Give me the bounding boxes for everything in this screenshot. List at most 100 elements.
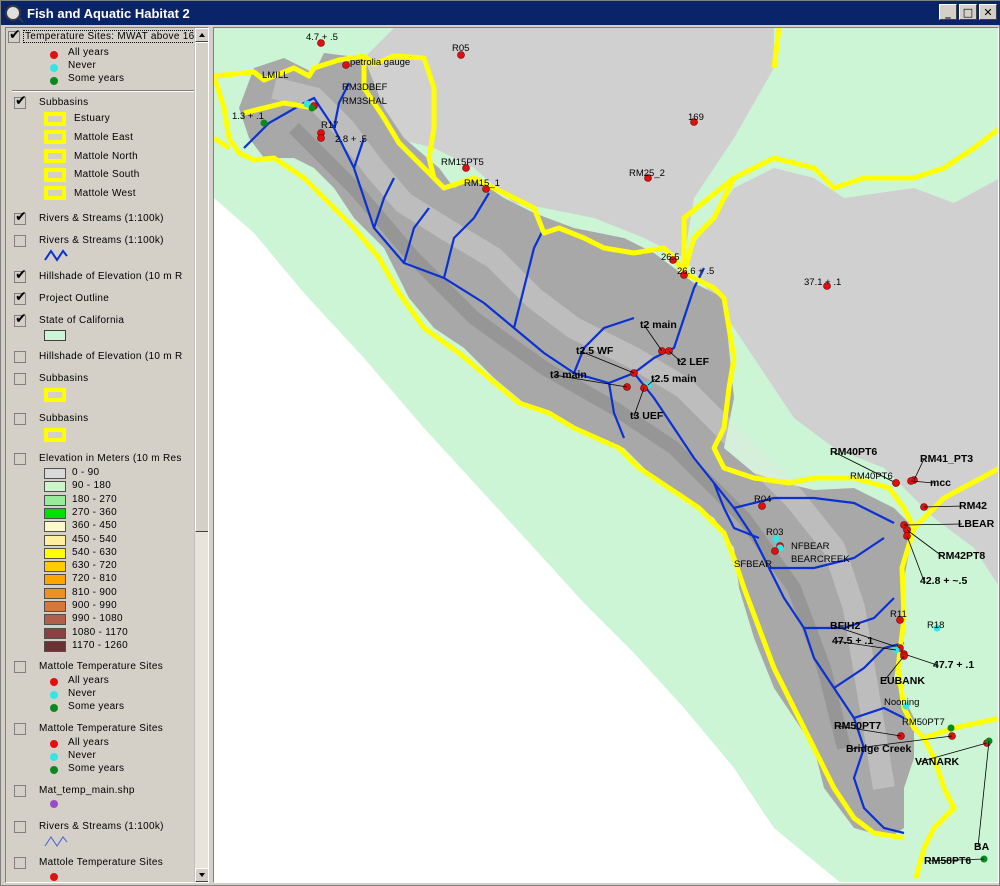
layer-checkbox[interactable] xyxy=(14,270,27,283)
toc-scrollbar[interactable] xyxy=(194,28,208,882)
map-canvas[interactable]: 4.7 + .5 R05 petrolia gauge LMILL RM3DBEF RM3… xyxy=(214,28,999,883)
layer-checkbox[interactable] xyxy=(14,292,27,305)
layer-checkbox[interactable] xyxy=(14,723,26,735)
site-label: t2 main xyxy=(640,319,677,331)
elevation-swatch xyxy=(44,587,66,599)
legend-label: Never xyxy=(68,750,97,761)
layer-row[interactable]: Mattole Temperature Sites xyxy=(6,856,196,872)
site-label: NFBEAR xyxy=(791,541,830,552)
layer-checkbox[interactable] xyxy=(14,413,26,425)
legend-label: Mattole North xyxy=(74,151,138,162)
state-swatch xyxy=(44,330,66,341)
layer-checkbox[interactable] xyxy=(14,821,26,833)
legend-label: 630 - 720 xyxy=(72,560,117,572)
layer-row[interactable]: Subbasins xyxy=(6,96,196,112)
window-title: Fish and Aquatic Habitat 2 xyxy=(27,5,190,21)
elevation-swatch xyxy=(44,468,66,479)
site-label: 37.1 + .1 xyxy=(804,277,841,288)
layer-checkbox[interactable] xyxy=(14,785,26,797)
legend-label: 360 - 450 xyxy=(72,520,117,532)
legend-label: Never xyxy=(68,688,97,699)
site-label: 1.3 + .1 xyxy=(232,111,264,122)
scroll-down-button[interactable] xyxy=(195,868,208,882)
some-years-symbol xyxy=(50,766,58,774)
layer-checkbox[interactable] xyxy=(14,661,26,673)
site-label: BA xyxy=(974,841,990,853)
temperature-site-point[interactable] xyxy=(892,479,900,487)
layer-row[interactable]: Mattole Temperature Sites xyxy=(6,660,196,676)
site-label: Bridge Creek xyxy=(846,743,912,755)
legend-label: 450 - 540 xyxy=(72,533,117,545)
elevation-swatch xyxy=(44,481,66,493)
maximize-button[interactable]: □ xyxy=(959,4,977,20)
minimize-button[interactable]: _ xyxy=(939,4,957,20)
layer-row[interactable]: Project Outline xyxy=(6,292,196,308)
legend-label: 990 - 1080 xyxy=(72,613,123,625)
site-label: 169 xyxy=(688,112,704,123)
layer-row[interactable]: Elevation in Meters (10 m Res xyxy=(6,452,196,468)
layer-checkbox[interactable] xyxy=(14,373,26,385)
layer-row[interactable]: Rivers & Streams (1:100k) xyxy=(6,820,196,836)
legend-label: All years xyxy=(68,675,110,686)
layer-row[interactable]: Rivers & Streams (1:100k) xyxy=(6,234,196,250)
layer-label: Mat_temp_main.shp xyxy=(39,785,135,796)
never-symbol xyxy=(50,64,58,72)
legend-label: Estuary xyxy=(74,113,111,124)
layer-checkbox[interactable] xyxy=(14,235,26,247)
legend-label: Some years xyxy=(68,763,125,774)
site-label: RM42PT8 xyxy=(938,550,985,562)
layer-row[interactable]: Mattole Temperature Sites xyxy=(6,722,196,738)
subbasin-swatch xyxy=(44,428,66,442)
layer-label[interactable]: Temperature Sites: MWAT above 16.8 xyxy=(23,30,196,43)
river-line-symbol xyxy=(44,836,68,847)
site-label: RM41_PT3 xyxy=(920,453,973,465)
legend-label: Mattole West xyxy=(74,188,136,199)
close-button[interactable]: ✕ xyxy=(979,4,997,20)
layer-row[interactable]: Subbasins xyxy=(6,372,196,388)
layer-checkbox[interactable] xyxy=(14,857,26,869)
subbasin-swatch xyxy=(44,130,66,144)
elevation-swatch xyxy=(44,521,66,533)
site-label: t3 UEF xyxy=(630,410,664,422)
layer-label: Subbasins xyxy=(39,373,89,384)
map-view[interactable]: 4.7 + .5 R05 petrolia gauge LMILL RM3DBEF RM3… xyxy=(213,27,999,883)
temperature-site-point[interactable] xyxy=(308,104,316,112)
layer-row[interactable]: State of California xyxy=(6,314,196,330)
layer-row[interactable]: Rivers & Streams (1:100k) xyxy=(6,212,196,228)
site-label: t3 main xyxy=(550,369,587,381)
layer-checkbox[interactable] xyxy=(14,212,27,225)
site-label: 2.8 + .5 xyxy=(335,134,367,145)
scroll-thumb[interactable] xyxy=(195,42,208,532)
layer-checkbox[interactable] xyxy=(14,96,27,109)
layer-row[interactable]: Temperature Sites: MWAT above 16.8 xyxy=(6,30,196,46)
layer-label: Hillshade of Elevation (10 m R xyxy=(39,351,183,362)
temperature-site-point[interactable] xyxy=(947,724,955,732)
temperature-site-point[interactable] xyxy=(317,134,325,142)
table-of-contents: Temperature Sites: MWAT above 16.8 All y… xyxy=(5,27,209,883)
elevation-swatch xyxy=(44,614,66,626)
layer-row[interactable]: Mat_temp_main.shp xyxy=(6,784,196,800)
layer-checkbox[interactable] xyxy=(8,30,21,43)
scroll-up-button[interactable] xyxy=(195,28,208,42)
temperature-site-point[interactable] xyxy=(771,547,779,555)
layer-checkbox[interactable] xyxy=(14,314,27,327)
site-label: RM3SHAL xyxy=(342,96,387,107)
layer-checkbox[interactable] xyxy=(14,453,26,465)
layer-row[interactable]: Hillshade of Elevation (10 m R xyxy=(6,270,196,286)
layer-row[interactable]: Hillshade of Elevation (10 m R xyxy=(6,350,196,366)
site-label: 4.7 + .5 xyxy=(306,32,338,43)
legend-label: 0 - 90 xyxy=(72,467,100,478)
layer-label: Mattole Temperature Sites xyxy=(39,857,164,868)
layer-row[interactable]: Subbasins xyxy=(6,412,196,428)
site-label: RM3DBEF xyxy=(342,82,388,93)
legend-label: 180 - 270 xyxy=(72,493,117,505)
point-symbol xyxy=(50,800,58,808)
site-label: 26.5 xyxy=(661,252,680,263)
temperature-site-point[interactable] xyxy=(342,61,350,69)
layer-label: Rivers & Streams (1:100k) xyxy=(39,235,164,246)
title-bar[interactable]: Fish and Aquatic Habitat 2 _ □ ✕ xyxy=(1,1,1000,25)
site-label: 47.5 + .1 xyxy=(832,635,873,647)
subbasin-swatch xyxy=(44,388,66,402)
layer-checkbox[interactable] xyxy=(14,351,26,363)
elevation-swatch xyxy=(44,534,66,546)
